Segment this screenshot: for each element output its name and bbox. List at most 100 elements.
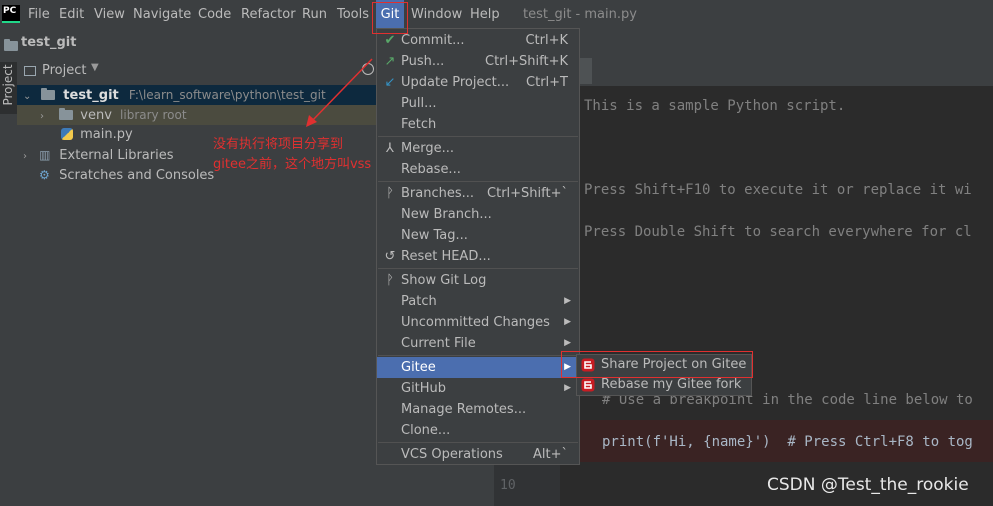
menu-item-label: Clone... (401, 423, 451, 438)
tree-item-path: F:\learn_software\python\test_git (128, 88, 326, 102)
menu-view[interactable]: View (94, 0, 125, 30)
folder-icon (4, 39, 18, 51)
code-line: Press Double Shift to search everywhere … (584, 224, 972, 240)
menu-item-manage-remotes[interactable]: Manage Remotes... (377, 399, 579, 420)
pycharm-logo-icon: PC (2, 5, 20, 23)
menu-item-github[interactable]: GitHub ▶ (377, 378, 579, 399)
annotation-line-2: gitee之前，这个地方叫vss (213, 157, 372, 172)
chevron-right-icon[interactable]: › (40, 107, 52, 127)
submenu-arrow-icon: ▶ (564, 296, 571, 306)
merge-icon: ⅄ (386, 141, 394, 156)
push-arrow-icon: ↗ (384, 54, 396, 69)
branch-icon: ᚹ (386, 186, 394, 201)
log-icon: ᚹ (386, 273, 394, 288)
chevron-right-icon[interactable]: › (23, 147, 35, 167)
share-project-highlight-box (561, 351, 753, 378)
annotation-arrow (306, 58, 373, 127)
code-line: print(f'Hi, {name}') # Press Ctrl+F8 to … (602, 434, 973, 450)
menu-item-label: Rebase my Gitee fork (601, 377, 742, 392)
menu-item-shortcut: Alt+` (533, 447, 568, 462)
git-menu-highlight-box (372, 2, 408, 34)
menu-item-label: Reset HEAD... (401, 249, 491, 264)
menu-separator (378, 442, 578, 443)
menu-item-patch[interactable]: Patch ▶ (377, 291, 579, 312)
menu-run[interactable]: Run (302, 0, 327, 30)
menu-navigate[interactable]: Navigate (133, 0, 191, 30)
menu-item-rebase-gitee-fork[interactable]: Rebase my Gitee fork (577, 375, 751, 395)
menu-bar: PC File Edit View Navigate Code Refactor… (0, 0, 993, 30)
menu-item-current-file[interactable]: Current File ▶ (377, 333, 579, 354)
watermark: CSDN @Test_the_rookie (767, 475, 969, 495)
menu-item-pull[interactable]: Pull... (377, 93, 579, 114)
chevron-down-icon[interactable]: ⌄ (23, 87, 35, 107)
menu-item-update-project[interactable]: ↙ Update Project... Ctrl+T (377, 72, 579, 93)
menu-item-label: GitHub (401, 381, 447, 396)
menu-item-label: Show Git Log (401, 273, 487, 288)
menu-item-label: New Branch... (401, 207, 492, 222)
menu-window[interactable]: Window (411, 0, 462, 30)
menu-item-label: VCS Operations (401, 447, 503, 462)
breadcrumb-project[interactable]: test_git (21, 35, 76, 50)
menu-item-uncommitted-changes[interactable]: Uncommitted Changes ▶ (377, 312, 579, 333)
menu-item-label: Push... (401, 54, 445, 69)
menu-separator (378, 136, 578, 137)
git-menu: ✔ Commit... Ctrl+K ↗ Push... Ctrl+Shift+… (376, 28, 580, 465)
menu-item-merge[interactable]: ⅄ Merge... (377, 138, 579, 159)
menu-item-label: Branches... (401, 186, 475, 201)
folder-icon (41, 88, 56, 100)
menu-separator (378, 268, 578, 269)
project-view-label[interactable]: Project (42, 63, 86, 78)
menu-item-label: Commit... (401, 33, 465, 48)
menu-refactor[interactable]: Refactor (241, 0, 296, 30)
menu-item-label: Current File (401, 336, 476, 351)
folder-icon (59, 108, 74, 120)
menu-item-label: Patch (401, 294, 437, 309)
libraries-icon: ▥ (39, 148, 51, 162)
window-title: test_git - main.py (523, 7, 637, 22)
menu-item-label: Gitee (401, 360, 436, 375)
code-line: Press Shift+F10 to execute it or replace… (584, 182, 972, 198)
undo-icon: ↺ (384, 249, 396, 264)
menu-help[interactable]: Help (470, 0, 500, 30)
tree-item-label: test_git (63, 88, 119, 103)
menu-edit[interactable]: Edit (59, 0, 84, 30)
menu-item-label: New Tag... (401, 228, 468, 243)
menu-tools[interactable]: Tools (337, 0, 369, 30)
menu-separator (378, 181, 578, 182)
menu-item-show-git-log[interactable]: ᚹ Show Git Log (377, 270, 579, 291)
tree-item-note: library root (120, 108, 187, 122)
menu-item-branches[interactable]: ᚹ Branches... Ctrl+Shift+` (377, 183, 579, 204)
tree-item-label: External Libraries (59, 148, 174, 163)
chevron-down-icon[interactable]: ▼ (91, 62, 99, 73)
submenu-arrow-icon: ▶ (564, 383, 571, 393)
menu-item-shortcut: Ctrl+Shift+` (487, 186, 568, 201)
tree-item-label: main.py (80, 127, 133, 142)
menu-item-shortcut: Ctrl+T (526, 75, 568, 90)
update-arrow-icon: ↙ (384, 75, 396, 90)
menu-item-new-branch[interactable]: New Branch... (377, 204, 579, 225)
menu-item-reset-head[interactable]: ↺ Reset HEAD... (377, 246, 579, 267)
menu-separator (378, 355, 578, 356)
tool-window-stripe (0, 58, 18, 506)
code-editor[interactable]: This is a sample Python script. Press Sh… (560, 86, 993, 506)
menu-item-label: Merge... (401, 141, 454, 156)
project-view-icon (24, 66, 36, 76)
menu-item-label: Update Project... (401, 75, 510, 90)
menu-item-label: Fetch (401, 117, 437, 132)
code-line: This is a sample Python script. (584, 98, 846, 114)
menu-item-push[interactable]: ↗ Push... Ctrl+Shift+K (377, 51, 579, 72)
menu-file[interactable]: File (28, 0, 50, 30)
gitee-logo-icon (581, 378, 595, 392)
python-file-icon (61, 128, 73, 140)
tree-item-label: Scratches and Consoles (59, 168, 215, 183)
menu-item-gitee[interactable]: Gitee ▶ (377, 357, 579, 378)
menu-item-fetch[interactable]: Fetch (377, 114, 579, 135)
menu-item-label: Manage Remotes... (401, 402, 527, 417)
menu-item-clone[interactable]: Clone... (377, 420, 579, 441)
menu-item-vcs-operations[interactable]: VCS Operations Alt+` (377, 444, 579, 465)
menu-item-new-tag[interactable]: New Tag... (377, 225, 579, 246)
menu-item-rebase[interactable]: Rebase... (377, 159, 579, 180)
menu-item-label: Uncommitted Changes (401, 315, 550, 330)
menu-code[interactable]: Code (198, 0, 231, 30)
project-tool-tab-label: Project (1, 64, 15, 106)
